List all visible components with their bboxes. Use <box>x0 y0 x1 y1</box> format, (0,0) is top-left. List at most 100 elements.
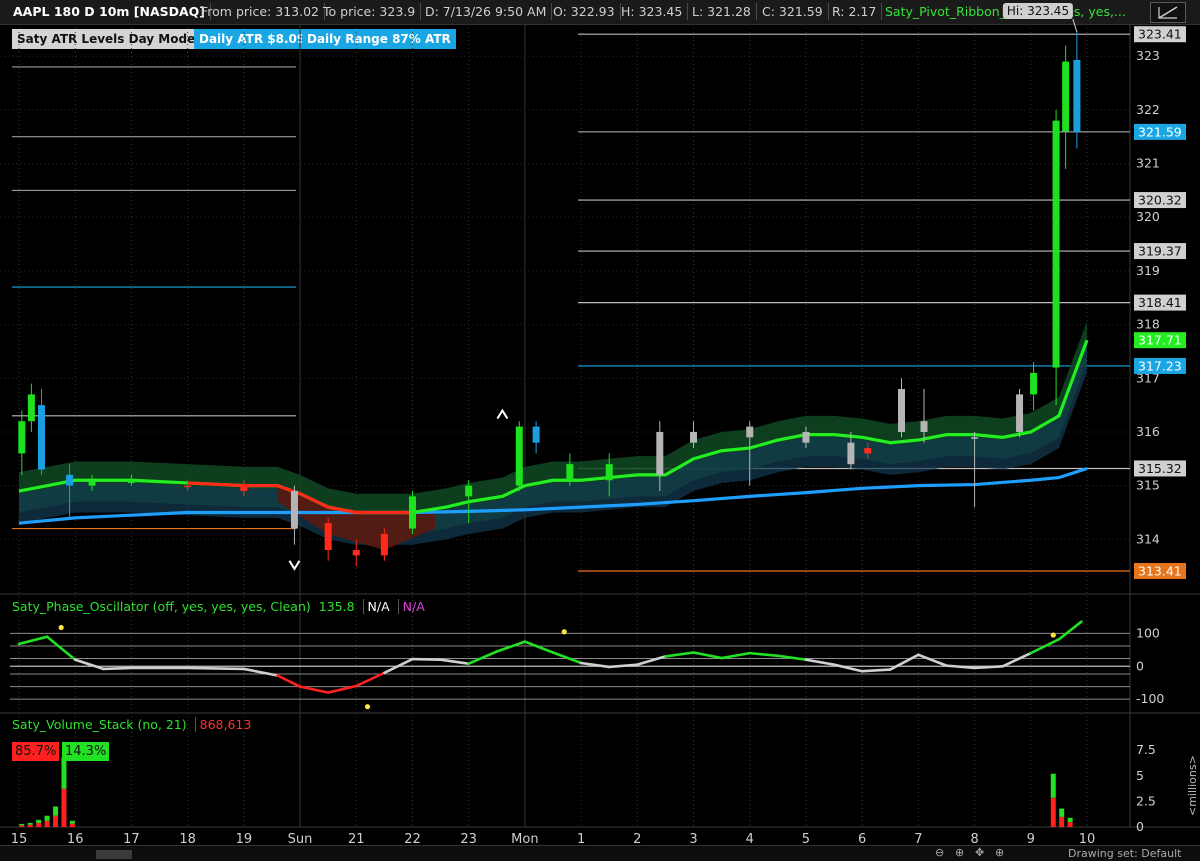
oscillator-segment <box>888 653 920 671</box>
oscillator-segment <box>804 658 836 666</box>
candle-body <box>184 485 192 488</box>
oscillator-segment <box>73 658 105 671</box>
oscillator-segment <box>860 668 892 673</box>
candle-body <box>1073 59 1081 132</box>
oscillator-segment <box>495 640 527 653</box>
volume-bar-buy <box>1050 773 1056 798</box>
volume-tick-label: 0 <box>1136 819 1144 834</box>
volume-title[interactable]: Saty_Volume_Stack (no, 21) <box>12 717 187 732</box>
price-tick-label: 315 <box>1136 478 1160 493</box>
volume-bar-sell <box>44 820 50 827</box>
candle-body <box>532 426 540 443</box>
price-tick-label: 318 <box>1136 317 1160 332</box>
buy-percent-badge: 14.3% <box>62 742 110 761</box>
oscillator-segment <box>439 658 470 665</box>
oscillator-na-2: N/A <box>397 599 425 614</box>
price-tick-label: 321 <box>1136 156 1160 171</box>
zoom-in-icon[interactable]: ⊕ <box>955 846 964 859</box>
high-marker-text: Hi: 323.45 <box>1007 4 1069 18</box>
oscillator-tick-label: 0 <box>1136 658 1144 673</box>
price-badge-text: 321.59 <box>1138 124 1182 139</box>
candle-body <box>1052 120 1060 368</box>
candle-body <box>898 389 906 432</box>
crosshair-icon[interactable]: ⊕ <box>995 846 1004 859</box>
oscillator-segment <box>551 651 583 665</box>
volume-tick-label: 7.5 <box>1136 742 1156 757</box>
oscillator-segment <box>354 671 386 688</box>
candle-body <box>127 480 135 483</box>
chevron-up-icon <box>496 408 509 420</box>
oscillator-segment <box>467 650 499 665</box>
high-marker-pointer <box>1072 18 1078 33</box>
candle-body <box>240 485 248 492</box>
candle-body <box>18 421 26 454</box>
price-tick-label: 323 <box>1136 48 1160 63</box>
volume-tick-label: 2.5 <box>1136 793 1156 808</box>
price-badge-text: 319.37 <box>1138 244 1182 259</box>
oscillator-segment <box>748 651 780 658</box>
sell-percent-badge: 85.7% <box>12 742 60 761</box>
volume-bar-buy <box>44 815 50 821</box>
drawing-set-label[interactable]: Drawing set: Default <box>1068 847 1181 860</box>
volume-value: 868,613 <box>194 717 252 732</box>
price-tick-label: 314 <box>1136 531 1160 546</box>
candle-body <box>380 533 388 556</box>
oscillator-segment <box>17 635 49 646</box>
oscillator-title[interactable]: Saty_Phase_Oscillator (off, yes, yes, ye… <box>12 599 311 614</box>
volume-bar-buy <box>69 820 75 824</box>
price-badge-text: 323.41 <box>1138 27 1182 42</box>
oscillator-segment <box>832 663 864 673</box>
oscillator-segment <box>664 651 695 658</box>
pan-icon[interactable]: ✥ <box>975 846 984 859</box>
price-badge-text: 320.32 <box>1138 193 1182 208</box>
oscillator-segment <box>1057 620 1083 641</box>
oscillator-segment <box>523 640 555 654</box>
volume-bar-sell <box>1050 797 1056 827</box>
candle-body <box>324 523 332 551</box>
price-badge-text: 317.71 <box>1138 333 1182 348</box>
candle-body <box>605 464 613 481</box>
volume-unit-label: <millions> <box>1185 748 1199 818</box>
candle-body <box>971 437 979 439</box>
candle-body <box>920 421 928 432</box>
price-badge-text: 318.41 <box>1138 295 1182 310</box>
volume-panel-header: Saty_Volume_Stack (no, 21) 868,613 <box>12 716 252 733</box>
candle-body <box>37 405 45 470</box>
oscillator-signal-dot <box>561 629 567 635</box>
volume-bar-buy <box>61 757 67 789</box>
price-badge-text: 313.41 <box>1138 563 1182 578</box>
oscillator-segment <box>411 657 442 662</box>
candle-body <box>352 550 360 556</box>
candle-body <box>27 394 35 422</box>
volume-bar-sell <box>53 815 59 827</box>
zoom-out-icon[interactable]: ⊖ <box>935 846 944 859</box>
bottom-toolbar: ⊖ ⊕ ✥ ⊕ Drawing set: Default <box>0 845 1200 861</box>
oscillator-segment <box>636 655 667 666</box>
oscillator-segment <box>102 666 133 671</box>
oscillator-tick-label: -100 <box>1136 691 1164 706</box>
price-tick-label: 319 <box>1136 263 1160 278</box>
oscillator-segment <box>1001 651 1033 668</box>
oscillator-panel-header: Saty_Phase_Oscillator (off, yes, yes, ye… <box>12 598 425 615</box>
volume-tick-label: 5 <box>1136 768 1144 783</box>
candle-body <box>690 431 698 443</box>
candle-body <box>1062 61 1070 132</box>
volume-bar-buy <box>1059 808 1065 817</box>
oscillator-signal-dot <box>364 704 371 710</box>
volume-bar-sell <box>61 788 67 827</box>
volume-bar-sell <box>1059 816 1065 827</box>
candle-body <box>802 431 810 443</box>
scroll-thumb[interactable] <box>96 850 132 859</box>
volume-bar-buy <box>53 806 59 816</box>
price-tick-label: 320 <box>1136 209 1160 224</box>
volume-unit-text: <millions> <box>1186 755 1199 816</box>
oscillator-segment <box>276 674 302 688</box>
oscillator-tick-label: 100 <box>1136 625 1160 640</box>
oscillator-segment <box>776 654 808 662</box>
oscillator-segment <box>973 664 1004 670</box>
price-tick-label: 316 <box>1136 424 1160 439</box>
candle-body <box>746 426 754 438</box>
oscillator-segment <box>692 651 723 660</box>
candle-body <box>1016 394 1024 432</box>
oscillator-segment <box>186 666 246 671</box>
